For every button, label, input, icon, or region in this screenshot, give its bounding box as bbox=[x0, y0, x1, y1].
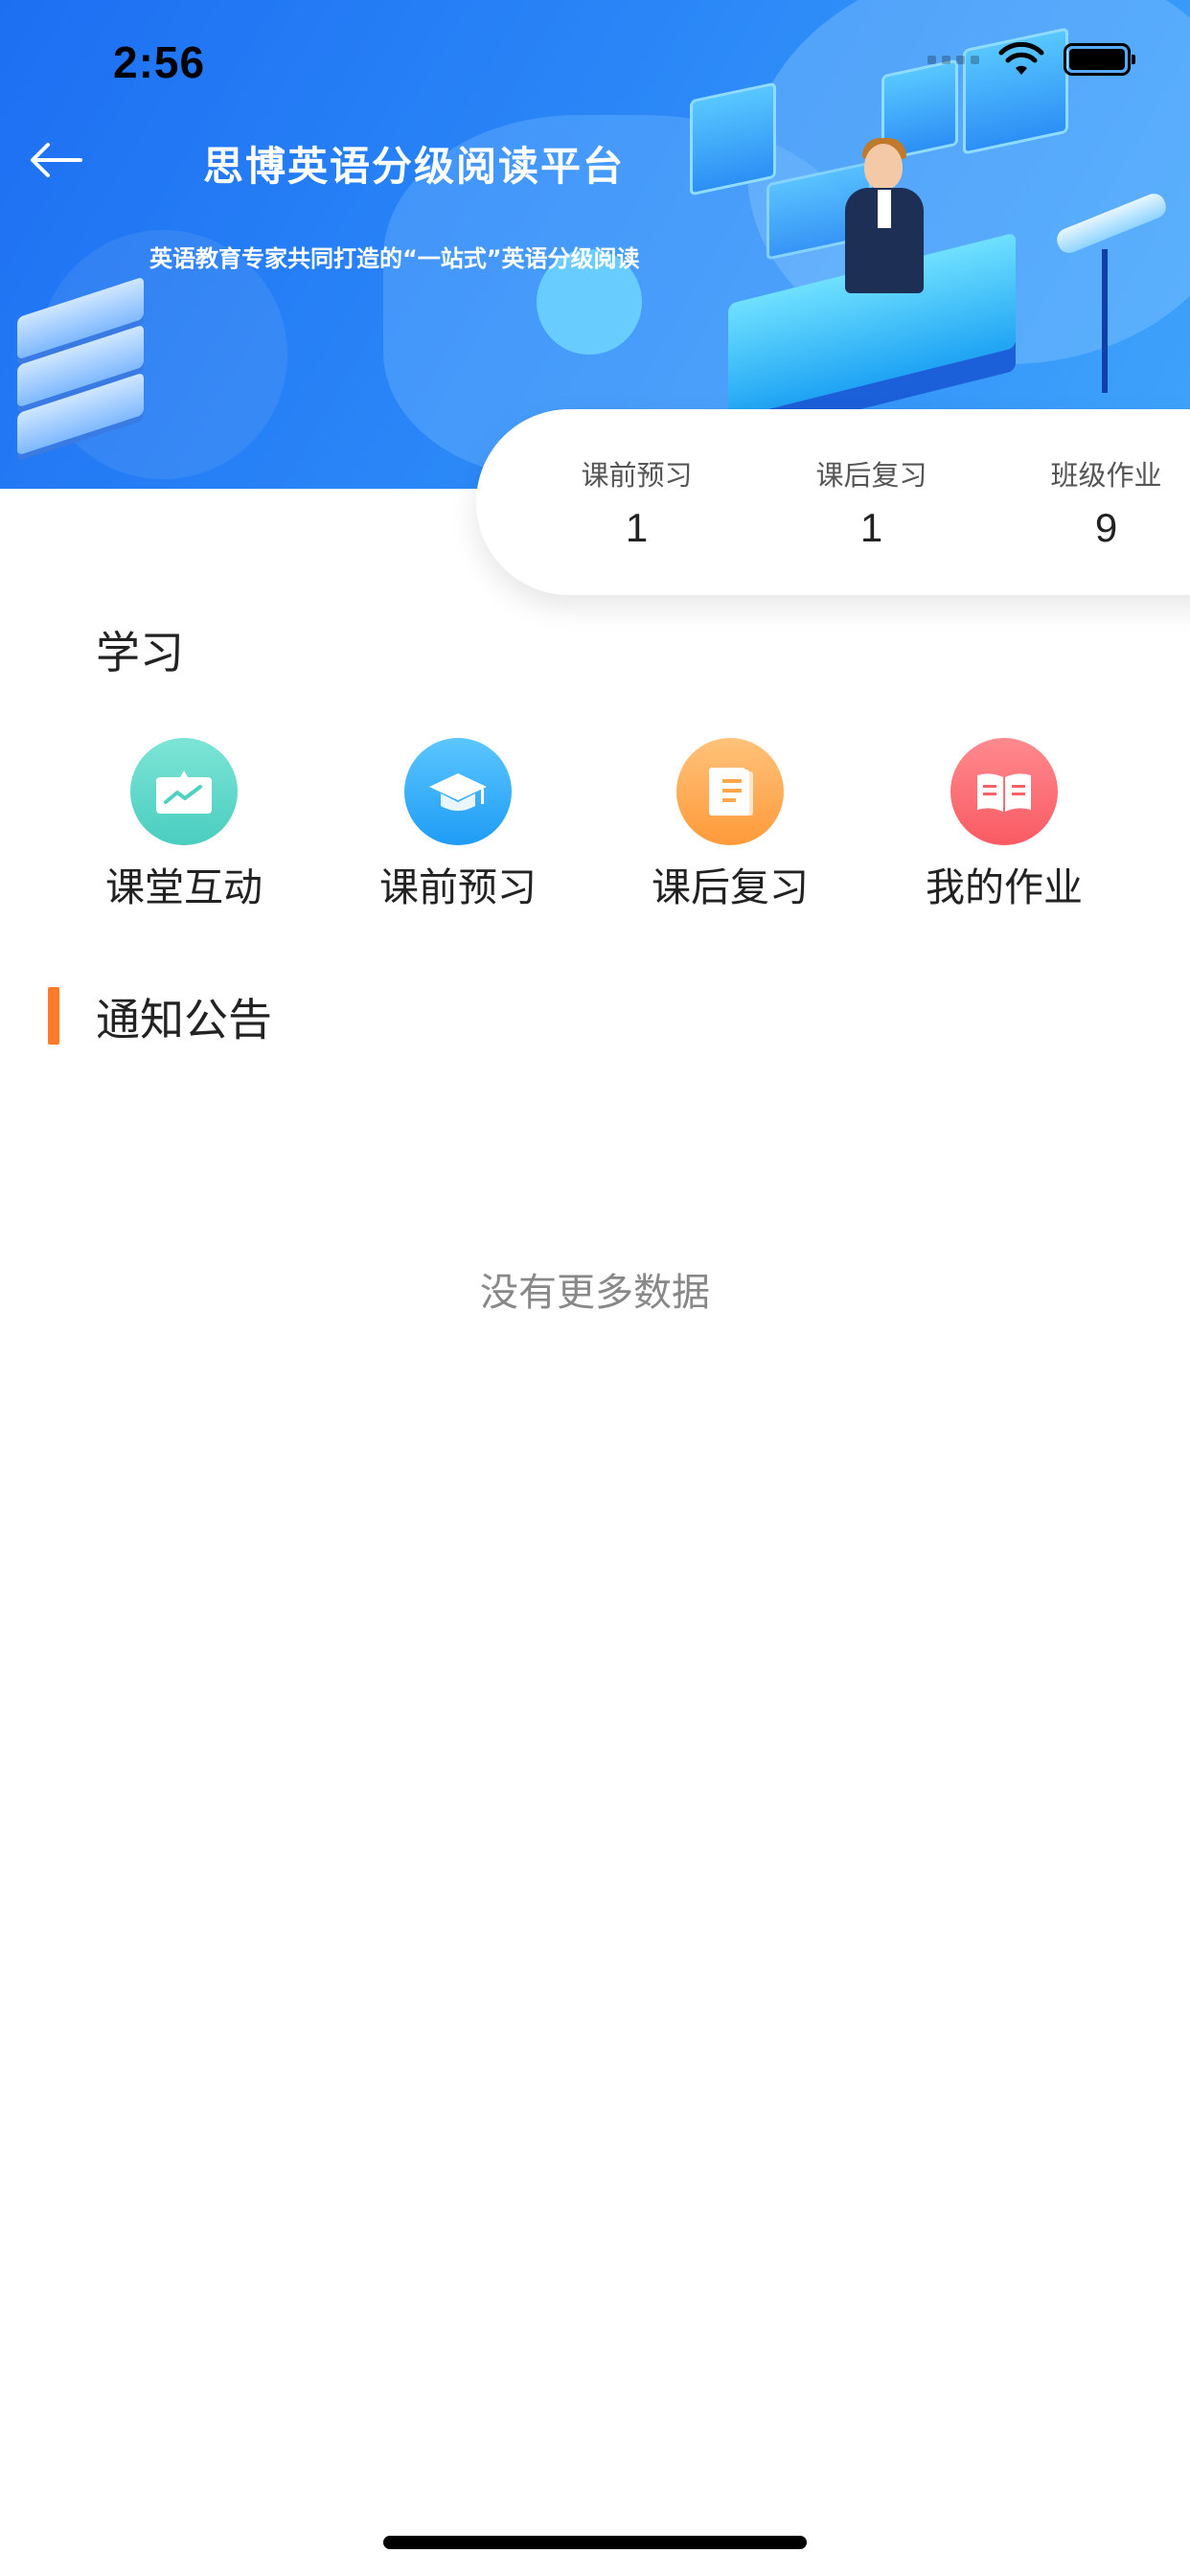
grid-item-review[interactable]: 课后复习 bbox=[615, 738, 845, 912]
grid-item-label: 课前预习 bbox=[379, 864, 537, 910]
document-icon bbox=[676, 738, 784, 845]
signal-icon bbox=[927, 55, 979, 64]
grid-item-label: 课堂互动 bbox=[105, 864, 263, 910]
presentation-board-icon bbox=[130, 738, 238, 845]
stats-card: 课前预习 1 课后复习 1 班级作业 9 bbox=[476, 409, 1190, 595]
layers-illustration bbox=[13, 276, 148, 470]
video-tile-illustration bbox=[690, 81, 776, 196]
grid-item-label: 我的作业 bbox=[926, 864, 1083, 910]
grid-item-my-homework[interactable]: 我的作业 bbox=[889, 738, 1119, 912]
tripod-illustration bbox=[1102, 249, 1108, 393]
stat-label: 班级作业 bbox=[1050, 459, 1162, 492]
home-indicator[interactable] bbox=[383, 2536, 807, 2549]
banner-title: 思博英语分级阅读平台 bbox=[203, 143, 626, 190]
stat-value: 1 bbox=[625, 505, 649, 550]
presenter-illustration bbox=[832, 138, 937, 307]
empty-state-text: 没有更多数据 bbox=[480, 1271, 710, 1315]
open-book-icon bbox=[950, 738, 1058, 845]
status-icons bbox=[927, 42, 1135, 77]
stat-class-homework[interactable]: 班级作业 9 bbox=[989, 453, 1190, 551]
grid-item-classroom-interaction[interactable]: 课堂互动 bbox=[69, 738, 299, 912]
section-title-learning: 学习 bbox=[96, 627, 184, 678]
battery-icon bbox=[1064, 43, 1135, 76]
grid-item-label: 课后复习 bbox=[652, 864, 809, 910]
back-arrow-icon bbox=[31, 143, 82, 177]
grid-item-preview[interactable]: 课前预习 bbox=[343, 738, 573, 912]
back-button[interactable] bbox=[25, 136, 86, 184]
stat-label: 课前预习 bbox=[581, 459, 693, 492]
banner-subtitle: 英语教育专家共同打造的“一站式”英语分级阅读 bbox=[149, 245, 640, 272]
stat-value: 9 bbox=[1094, 505, 1118, 550]
stat-value: 1 bbox=[859, 505, 883, 550]
stat-preview[interactable]: 课前预习 1 bbox=[519, 453, 754, 551]
section-accent-bar bbox=[48, 987, 59, 1045]
learning-grid: 课堂互动 课前预习 课后复习 我的作业 bbox=[0, 738, 1190, 910]
section-title-notice: 通知公告 bbox=[96, 994, 272, 1046]
graduation-cap-icon bbox=[404, 738, 512, 845]
stat-label: 课后复习 bbox=[815, 459, 927, 492]
wifi-icon bbox=[998, 42, 1044, 75]
stat-review[interactable]: 课后复习 1 bbox=[754, 453, 989, 551]
status-time: 2:56 bbox=[113, 37, 206, 87]
